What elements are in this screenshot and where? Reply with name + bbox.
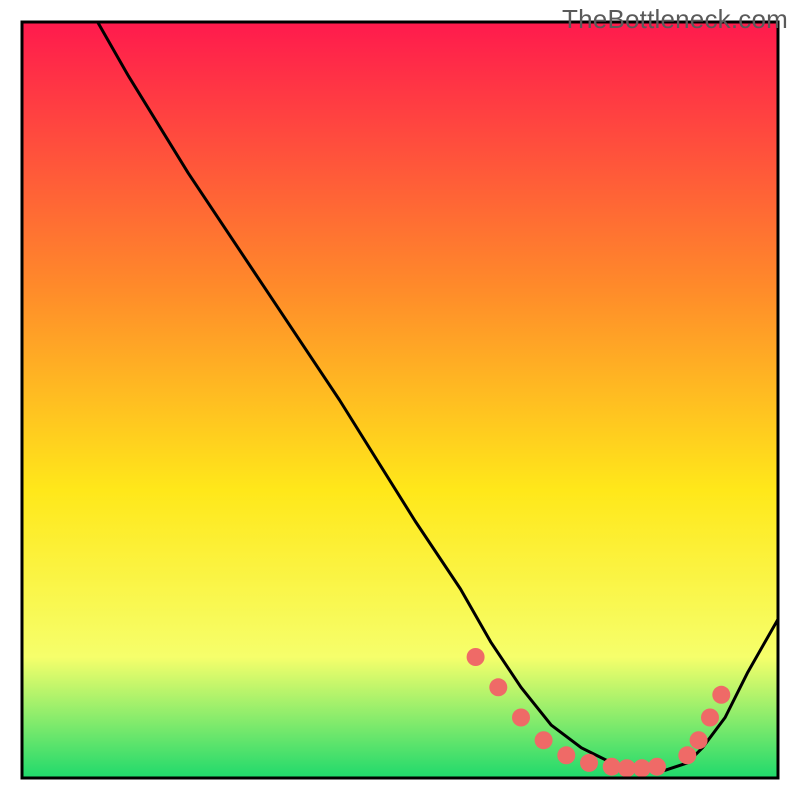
watermark-label: TheBottleneck.com xyxy=(562,4,788,35)
data-dot xyxy=(690,731,708,749)
data-dot xyxy=(580,754,598,772)
bottleneck-chart xyxy=(0,0,800,800)
data-dot xyxy=(489,678,507,696)
data-dot xyxy=(712,686,730,704)
data-dot xyxy=(678,746,696,764)
data-dot xyxy=(535,731,553,749)
data-dot xyxy=(557,746,575,764)
data-dot xyxy=(648,758,666,776)
data-dot xyxy=(512,709,530,727)
data-dot xyxy=(701,709,719,727)
chart-frame: { "watermark": "TheBottleneck.com", "col… xyxy=(0,0,800,800)
data-dot xyxy=(467,648,485,666)
plot-background xyxy=(22,22,778,778)
